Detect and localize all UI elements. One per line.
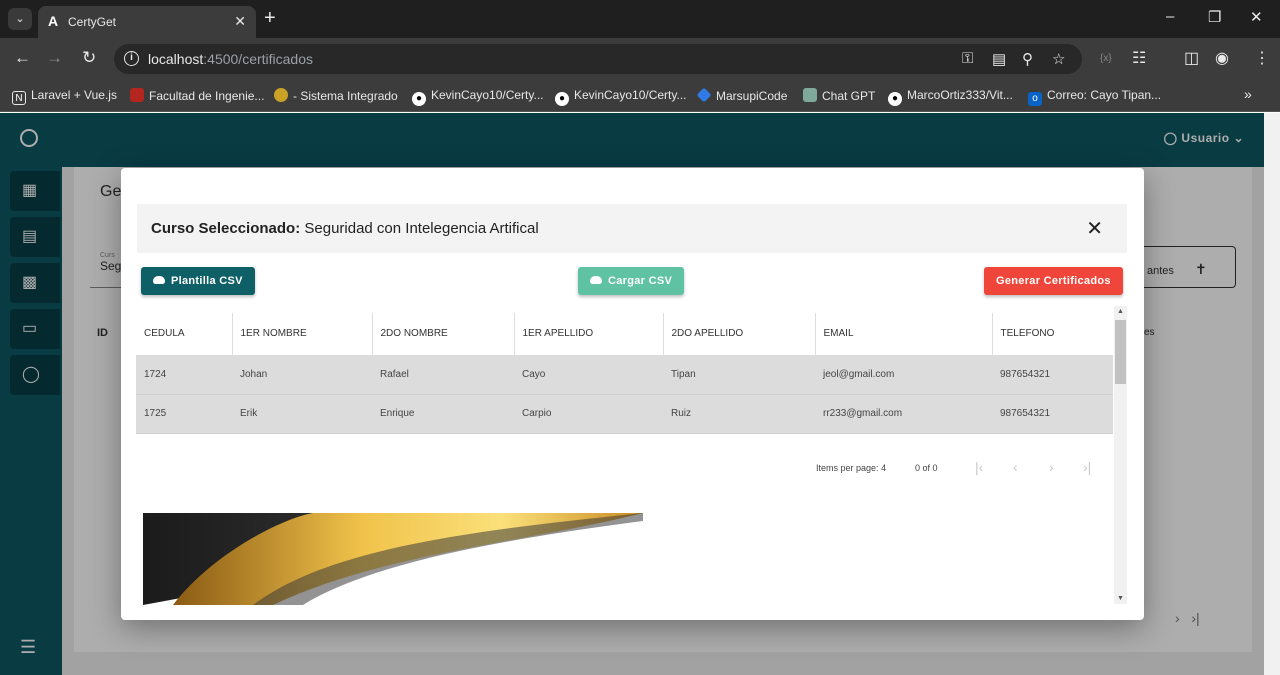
cell-first-surname: Cayo	[514, 355, 663, 395]
table-row[interactable]: 1725 Erik Enrique Carpio Ruiz rr233@gmai…	[136, 394, 1113, 434]
tab-search-icon[interactable]: ⌄	[8, 8, 32, 30]
column-header[interactable]: 2DO NOMBRE	[372, 313, 515, 356]
browser-menu-icon[interactable]: ⋮	[1254, 48, 1270, 68]
bookmark-item[interactable]: N Laravel + Vue.js	[12, 88, 117, 105]
tab-title: CertyGet	[68, 15, 117, 29]
extensions-puzzle-icon[interactable]: ☷	[1132, 48, 1146, 68]
university-icon	[130, 88, 144, 102]
column-header[interactable]: CEDULA	[136, 313, 233, 356]
zoom-icon[interactable]: ⚲	[1022, 50, 1033, 68]
cell-second-surname: Tipan	[663, 355, 815, 395]
certificate-preview-image	[143, 513, 643, 605]
cell-email: jeol@gmail.com	[815, 355, 992, 395]
cell-second-surname: Ruiz	[663, 394, 815, 434]
participants-table: CEDULA 1ER NOMBRE 2DO NOMBRE 1ER APELLID…	[136, 313, 1113, 434]
bookmark-item[interactable]: ● KevinCayo10/Certy...	[412, 88, 544, 106]
marsupicode-icon	[696, 87, 712, 103]
bookmarks-bar: N Laravel + Vue.js Facultad de Ingenie...…	[0, 80, 1280, 112]
table-row[interactable]: 1724 Johan Rafael Cayo Tipan jeol@gmail.…	[136, 355, 1113, 395]
extension-badge-icon[interactable]: {x}	[1100, 53, 1112, 64]
browser-tab-strip: ⌄ A CertyGet ✕ + – ❐ ✕	[0, 0, 1280, 38]
generate-certificates-button[interactable]: Generar Certificados	[984, 267, 1123, 295]
site-info-icon[interactable]: i	[124, 51, 139, 66]
upload-csv-button[interactable]: Cargar CSV	[578, 267, 685, 295]
bookmark-item[interactable]: Chat GPT	[803, 88, 875, 103]
cell-email: rr233@gmail.com	[815, 394, 992, 434]
bookmark-item[interactable]: - Sistema Integrado	[274, 88, 398, 103]
previous-page-icon[interactable]: ‹	[1013, 459, 1018, 475]
chatgpt-icon	[803, 88, 817, 102]
outlook-icon: o	[1028, 92, 1042, 106]
reload-icon[interactable]: ↻	[82, 49, 96, 67]
close-icon[interactable]: ✕	[1086, 216, 1103, 241]
side-panel-icon[interactable]: ◫	[1184, 48, 1199, 68]
last-page-icon[interactable]: ›|	[1083, 459, 1091, 475]
column-header[interactable]: TELEFONO	[992, 313, 1113, 356]
column-header[interactable]: 1ER APELLIDO	[514, 313, 664, 356]
bookmark-star-icon[interactable]: ☆	[1052, 50, 1065, 68]
cell-second-name: Rafael	[372, 355, 514, 395]
bookmark-item[interactable]: ● MarcoOrtiz333/Vit...	[888, 88, 1013, 106]
restore-icon[interactable]: ❐	[1208, 8, 1221, 26]
address-bar[interactable]: i localhost:4500/certificados ⚿ ▤ ⚲ ☆	[114, 44, 1082, 74]
github-icon: ●	[888, 92, 902, 106]
tab-close-icon[interactable]: ✕	[234, 13, 246, 30]
more-bookmarks-icon[interactable]: »	[1244, 86, 1252, 102]
page-scrollbar[interactable]	[1264, 113, 1280, 675]
back-icon[interactable]: ←	[14, 49, 31, 67]
system-icon	[274, 88, 288, 102]
cell-first-surname: Carpio	[514, 394, 663, 434]
notion-icon: N	[12, 91, 26, 105]
translate-icon[interactable]: ▤	[992, 50, 1006, 68]
cloud-download-icon	[153, 276, 165, 284]
table-header-row: CEDULA 1ER NOMBRE 2DO NOMBRE 1ER APELLID…	[136, 313, 1113, 356]
github-icon: ●	[555, 92, 569, 106]
browser-tab[interactable]: A CertyGet ✕	[38, 6, 256, 38]
bookmark-item[interactable]: Facultad de Ingenie...	[130, 88, 264, 103]
window-close-icon[interactable]: ✕	[1250, 8, 1263, 26]
cloud-upload-icon	[590, 276, 602, 284]
column-header[interactable]: 1ER NOMBRE	[232, 313, 373, 356]
dialog-title: Curso Seleccionado: Seguridad con Intele…	[151, 220, 539, 237]
profile-avatar-icon[interactable]: ◉	[1215, 48, 1229, 68]
browser-toolbar: ← → ↻ i localhost:4500/certificados ⚿ ▤ …	[0, 38, 1280, 80]
cell-phone: 987654321	[992, 394, 1113, 434]
cell-first-name: Erik	[232, 394, 372, 434]
next-page-icon[interactable]: ›	[1049, 459, 1054, 475]
cell-phone: 987654321	[992, 355, 1113, 395]
first-page-icon[interactable]: |‹	[975, 459, 983, 475]
dialog-scrollbar[interactable]: ▲ ▼	[1114, 306, 1127, 604]
dialog-header: Curso Seleccionado: Seguridad con Intele…	[137, 204, 1127, 253]
minimize-icon[interactable]: –	[1166, 8, 1174, 25]
scroll-up-icon[interactable]: ▲	[1117, 308, 1124, 315]
download-template-button[interactable]: Plantilla CSV	[141, 267, 255, 295]
scrollbar-thumb[interactable]	[1115, 320, 1126, 384]
cell-cedula: 1724	[136, 355, 232, 395]
column-header[interactable]: 2DO APELLIDO	[663, 313, 816, 356]
angular-favicon-icon: A	[48, 13, 59, 29]
cell-first-name: Johan	[232, 355, 372, 395]
cell-cedula: 1725	[136, 394, 232, 434]
forward-icon[interactable]: →	[46, 49, 63, 67]
cell-second-name: Enrique	[372, 394, 514, 434]
paginator-range: 0 of 0	[915, 463, 938, 473]
github-icon: ●	[412, 92, 426, 106]
items-per-page[interactable]: Items per page: 4	[816, 463, 886, 473]
certificates-dialog: Curso Seleccionado: Seguridad con Intele…	[121, 168, 1144, 620]
bookmark-item[interactable]: o Correo: Cayo Tipan...	[1028, 88, 1161, 106]
bookmark-item[interactable]: ● KevinCayo10/Certy...	[555, 88, 687, 106]
column-header[interactable]: EMAIL	[815, 313, 993, 356]
password-key-icon[interactable]: ⚿	[962, 50, 973, 67]
bookmark-item[interactable]: MarsupiCode	[696, 87, 787, 103]
url-text: localhost:4500/certificados	[148, 51, 313, 67]
new-tab-icon[interactable]: +	[264, 8, 276, 28]
scroll-down-icon[interactable]: ▼	[1117, 595, 1124, 602]
